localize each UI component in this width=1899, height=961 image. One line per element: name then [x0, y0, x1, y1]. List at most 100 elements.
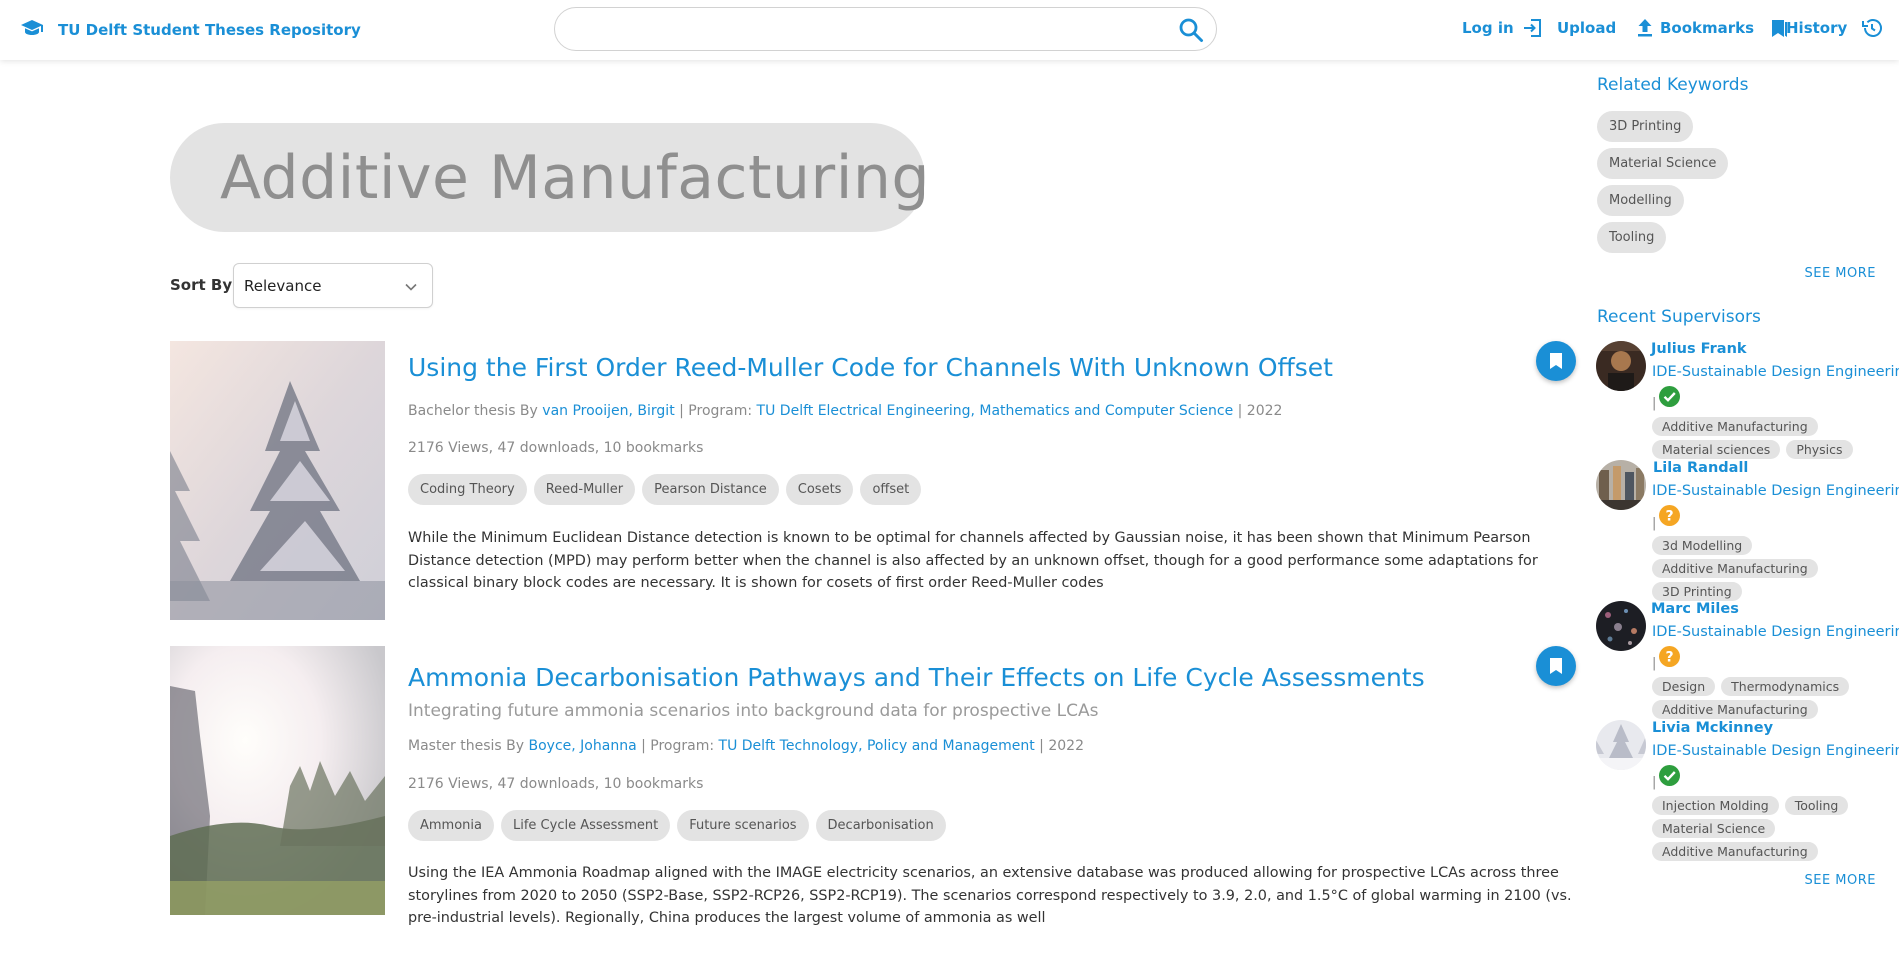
thesis-thumbnail[interactable] — [170, 646, 385, 915]
supervisor-tag[interactable]: Injection Molding — [1652, 796, 1779, 815]
supervisor-name-link[interactable]: Livia Mckinney — [1652, 720, 1773, 736]
keyword-tag[interactable]: Pearson Distance — [642, 474, 779, 505]
brand-title: TU Delft Student Theses Repository — [58, 21, 361, 39]
related-keyword-chip[interactable]: Material Science — [1597, 148, 1729, 179]
related-keyword-chip[interactable]: Modelling — [1597, 185, 1684, 216]
result-card: Using the First Order Reed-Muller Code f… — [170, 341, 1580, 621]
result-year: | 2022 — [1034, 738, 1084, 754]
brand-link[interactable]: TU Delft Student Theses Repository — [20, 16, 361, 44]
result-stats: 2176 Views, 47 downloads, 10 bookmarks — [408, 440, 704, 456]
result-tags: Ammonia Life Cycle Assessment Future sce… — [408, 810, 946, 841]
search-icon[interactable] — [1178, 17, 1204, 43]
login-link[interactable]: Log in — [1462, 17, 1544, 39]
top-bar: TU Delft Student Theses Repository Log i… — [0, 0, 1899, 60]
chevron-down-icon — [405, 283, 417, 291]
supervisor-tag[interactable]: Material Science — [1652, 819, 1776, 838]
result-subtitle: Integrating future ammonia scenarios int… — [408, 701, 1099, 721]
keyword-tag[interactable]: Future scenarios — [677, 810, 809, 841]
author-link[interactable]: van Prooijen, Birgit — [542, 403, 674, 419]
supervisor-card: Marc Miles IDE-Sustainable Design Engine… — [1596, 601, 1899, 719]
result-title-link[interactable]: Ammonia Decarbonisation Pathways and The… — [408, 663, 1425, 692]
keyword-tag[interactable]: Life Cycle Assessment — [501, 810, 671, 841]
sort-select[interactable]: Relevance — [233, 263, 433, 308]
program-prefix: | Program: — [636, 738, 719, 754]
supervisor-department-link[interactable]: IDE-Sustainable Design Engineering — [1652, 624, 1899, 640]
keyword-tag[interactable]: Ammonia — [408, 810, 494, 841]
result-type: Master thesis By — [408, 738, 529, 754]
result-title-link[interactable]: Using the First Order Reed-Muller Code f… — [408, 353, 1333, 382]
login-icon — [1523, 19, 1541, 37]
upload-label: Upload — [1557, 19, 1617, 37]
bookmark-button[interactable] — [1536, 341, 1576, 381]
supervisor-tag[interactable]: Additive Manufacturing — [1652, 417, 1818, 436]
supervisor-tag[interactable]: 3D Printing — [1652, 582, 1742, 601]
history-label: History — [1786, 19, 1848, 37]
separator: | — [1652, 656, 1657, 671]
related-keyword-chip[interactable]: Tooling — [1597, 222, 1667, 253]
supervisor-tag[interactable]: Material sciences — [1652, 440, 1781, 459]
result-type: Bachelor thesis By — [408, 403, 543, 419]
avatar[interactable] — [1596, 460, 1646, 510]
supervisor-tag[interactable]: Additive Manufacturing — [1652, 842, 1818, 861]
result-meta: Master thesis By Boyce, Johanna | Progra… — [408, 738, 1084, 754]
result-abstract: While the Minimum Euclidean Distance det… — [408, 530, 1538, 591]
author-link[interactable]: Boyce, Johanna — [529, 738, 637, 754]
program-link[interactable]: TU Delft Electrical Engineering, Mathema… — [757, 403, 1234, 419]
keyword-tag[interactable]: offset — [860, 474, 922, 505]
result-tags: Coding Theory Reed-Muller Pearson Distan… — [408, 474, 922, 505]
program-link[interactable]: TU Delft Technology, Policy and Manageme… — [719, 738, 1035, 754]
bookmarks-link[interactable]: Bookmarks — [1660, 17, 1790, 39]
supervisor-tag[interactable]: Additive Manufacturing — [1652, 700, 1818, 719]
history-icon — [1862, 19, 1883, 37]
supervisor-tag[interactable]: Additive Manufacturing — [1652, 559, 1818, 578]
bookmark-icon — [1550, 658, 1562, 674]
search-bar — [554, 7, 1217, 51]
avatar[interactable] — [1596, 341, 1646, 391]
bookmarks-label: Bookmarks — [1660, 19, 1755, 37]
check-icon — [1659, 765, 1680, 786]
thesis-thumbnail[interactable] — [170, 341, 385, 620]
keyword-tag[interactable]: Reed-Muller — [533, 474, 636, 505]
upload-icon — [1638, 19, 1653, 37]
recent-supervisors-heading: Recent Supervisors — [1597, 307, 1761, 327]
supervisor-tags: 3d Modelling Additive Manufacturing 3D P… — [1652, 536, 1892, 601]
svg-text:?: ? — [1665, 509, 1673, 525]
page-title: Additive Manufacturing — [220, 143, 930, 213]
svg-text:?: ? — [1665, 650, 1673, 666]
avatar[interactable] — [1596, 720, 1646, 770]
separator: | — [1652, 396, 1657, 411]
separator: | — [1652, 775, 1657, 790]
avatar[interactable] — [1596, 601, 1646, 651]
upload-link[interactable]: Upload — [1557, 17, 1656, 39]
result-year: | 2022 — [1233, 403, 1283, 419]
keyword-tag[interactable]: Cosets — [785, 474, 854, 505]
supervisor-department-link[interactable]: IDE-Sustainable Design Engineering — [1652, 743, 1899, 759]
supervisor-name-link[interactable]: Marc Miles — [1651, 601, 1739, 617]
history-link[interactable]: History — [1786, 17, 1883, 39]
related-keyword-chip[interactable]: 3D Printing — [1597, 111, 1694, 142]
bookmark-button[interactable] — [1536, 646, 1576, 686]
keyword-tag[interactable]: Decarbonisation — [815, 810, 946, 841]
program-prefix: | Program: — [674, 403, 757, 419]
result-card: Ammonia Decarbonisation Pathways and The… — [170, 646, 1580, 936]
supervisor-tag[interactable]: Tooling — [1784, 796, 1849, 815]
supervisors-see-more-link[interactable]: SEE MORE — [1804, 873, 1876, 888]
topic-heading-pill: Additive Manufacturing — [170, 123, 930, 232]
check-icon — [1659, 386, 1680, 407]
keyword-tag[interactable]: Coding Theory — [408, 474, 527, 505]
question-icon: ? — [1659, 505, 1680, 526]
supervisor-department-link[interactable]: IDE-Sustainable Design Engineering — [1652, 364, 1899, 380]
supervisor-department-link[interactable]: IDE-Sustainable Design Engineering — [1652, 483, 1899, 499]
supervisor-name-link[interactable]: Lila Randall — [1653, 460, 1748, 476]
keywords-see-more-link[interactable]: SEE MORE — [1804, 266, 1876, 281]
supervisor-tag[interactable]: Design — [1652, 677, 1716, 696]
supervisor-name-link[interactable]: Julius Frank — [1651, 341, 1747, 357]
supervisor-tag[interactable]: Physics — [1786, 440, 1853, 459]
supervisor-tag[interactable]: Thermodynamics — [1721, 677, 1850, 696]
supervisor-tag[interactable]: 3d Modelling — [1652, 536, 1753, 555]
question-icon: ? — [1659, 646, 1680, 667]
supervisor-tags: Additive Manufacturing Material sciences… — [1652, 417, 1892, 459]
supervisor-tags: Design Thermodynamics Additive Manufactu… — [1652, 677, 1892, 719]
search-input[interactable] — [575, 18, 1155, 42]
result-abstract: Using the IEA Ammonia Roadmap aligned wi… — [408, 865, 1572, 926]
